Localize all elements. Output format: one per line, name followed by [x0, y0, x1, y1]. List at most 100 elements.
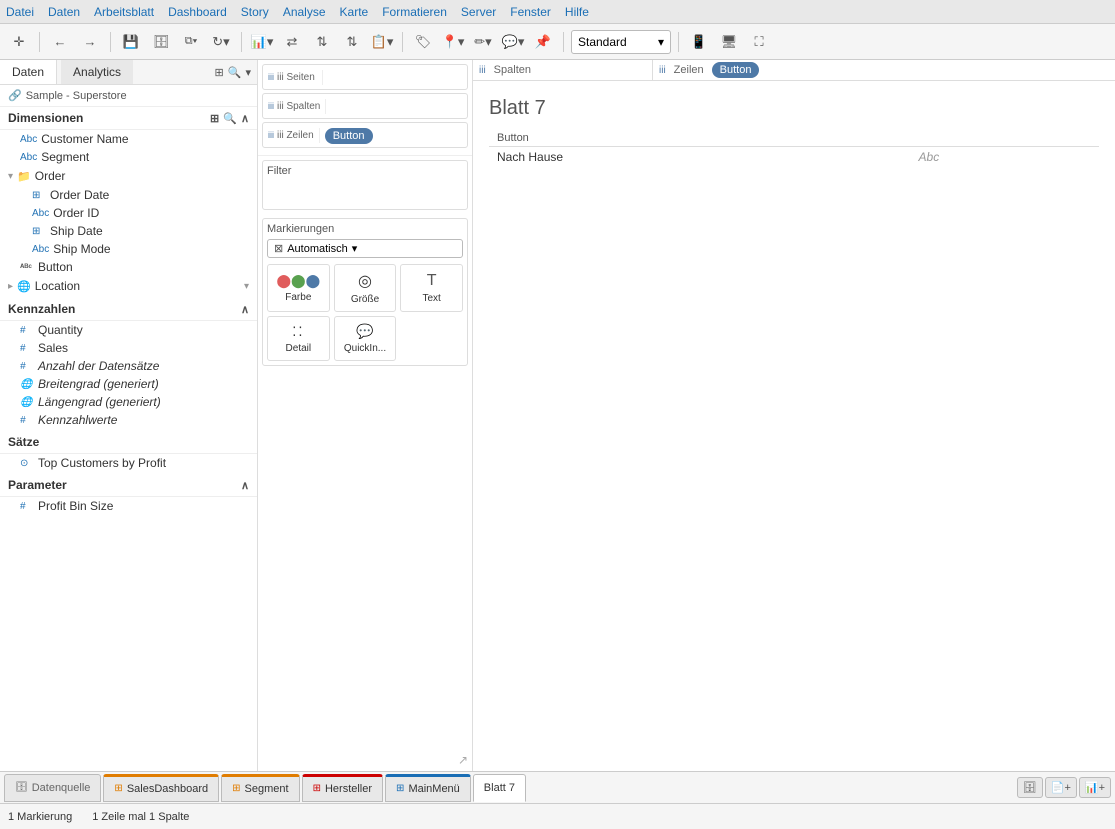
marks-text-button[interactable]: T Text — [400, 264, 463, 312]
field-label: Button — [38, 260, 73, 274]
dimensions-search-icon[interactable]: 🔍 — [223, 112, 237, 125]
hash-icon: # — [20, 501, 34, 512]
sort-asc-icon[interactable]: ⇅ — [309, 29, 335, 55]
datasource-name: Sample - Superstore — [26, 90, 127, 102]
menu-formatieren[interactable]: Formatieren — [382, 5, 447, 19]
tab-blatt7-label: Blatt 7 — [484, 782, 515, 794]
view-rows-pill[interactable]: Button — [712, 62, 760, 78]
datasource-label[interactable]: 🔗 Sample - Superstore — [0, 85, 257, 107]
menu-analyse[interactable]: Analyse — [283, 5, 326, 19]
field-top-customers[interactable]: ⊙ Top Customers by Profit — [0, 454, 257, 472]
new-datasource-icon[interactable]: 🗄 — [148, 29, 174, 55]
fullscreen-icon[interactable]: ⛶ — [746, 29, 772, 55]
menu-story[interactable]: Story — [241, 5, 269, 19]
main-layout: Daten Analytics ⊞ 🔍 ▾ 🔗 Sample - Superst… — [0, 60, 1115, 771]
swap-icon[interactable]: ⇄ — [279, 29, 305, 55]
field-label: Ship Date — [50, 224, 103, 238]
chart-type-icon[interactable]: 📋▾ — [369, 29, 395, 55]
field-group-order[interactable]: ▾ 📁 Order — [0, 166, 257, 186]
dropdown-arrow-icon: ▾ — [658, 35, 664, 49]
field-sales[interactable]: # Sales — [0, 339, 257, 357]
field-measure-values[interactable]: # Kennzahlwerte — [0, 411, 257, 429]
farbe-icon: ⬤⬤⬤ — [276, 273, 320, 289]
groesse-label: Größe — [351, 294, 379, 305]
field-segment[interactable]: Abc Segment — [0, 148, 257, 166]
marks-type-dropdown[interactable]: ⊠ Automatisch ▾ — [267, 239, 463, 258]
view-size-dropdown[interactable]: Standard ▾ — [571, 30, 671, 54]
field-profit-bin-size[interactable]: # Profit Bin Size — [0, 497, 257, 515]
annotation-icon[interactable]: ✏▾ — [470, 29, 496, 55]
grid-view-icon[interactable]: ⊞ — [215, 66, 224, 79]
detail-icon: ⁚⁚ — [292, 324, 304, 340]
field-button[interactable]: ᴬᴮᶜ Button — [0, 258, 257, 276]
menu-daten[interactable]: Daten — [48, 5, 80, 19]
menu-datei[interactable]: Datei — [6, 5, 34, 19]
show-labels-icon[interactable]: 🏷 — [410, 29, 436, 55]
tab-hersteller[interactable]: ⊞ Hersteller — [302, 774, 383, 802]
new-sheet-tab-icon[interactable]: 📄+ — [1045, 777, 1077, 798]
highlight-icon[interactable]: 📍▾ — [440, 29, 466, 55]
dimensions-collapse-icon[interactable]: ∧ — [241, 112, 249, 125]
marks-quickinfo-button[interactable]: 💬 QuickIn... — [334, 316, 397, 361]
dimensions-grid-icon[interactable]: ⊞ — [210, 112, 219, 125]
measures-collapse-icon[interactable]: ∧ — [241, 303, 249, 316]
field-order-id[interactable]: Abc Order ID — [0, 204, 257, 222]
marks-groesse-button[interactable]: ◎ Größe — [334, 264, 397, 312]
menu-dashboard[interactable]: Dashboard — [168, 5, 227, 19]
menu-hilfe[interactable]: Hilfe — [565, 5, 589, 19]
save-icon[interactable]: 💾 — [118, 29, 144, 55]
presentation-icon[interactable]: 🖥 — [716, 29, 742, 55]
menu-server[interactable]: Server — [461, 5, 496, 19]
field-label: Sales — [38, 341, 68, 355]
detail-label: Detail — [286, 343, 312, 354]
duplicate-icon[interactable]: ⧉▾ — [178, 29, 204, 55]
menu-karte[interactable]: Karte — [340, 5, 369, 19]
forward-icon[interactable]: → — [77, 29, 103, 55]
tab-mainmenu[interactable]: ⊞ MainMenü — [385, 774, 471, 802]
field-ship-date[interactable]: ⊞ Ship Date — [0, 222, 257, 240]
menu-fenster[interactable]: Fenster — [510, 5, 551, 19]
field-customer-name[interactable]: Abc Customer Name — [0, 130, 257, 148]
back-icon[interactable]: ← — [47, 29, 73, 55]
marks-detail-button[interactable]: ⁚⁚ Detail — [267, 316, 330, 361]
marks-dropdown-arrow-icon: ▾ — [352, 242, 358, 255]
tooltip-icon[interactable]: 💬▾ — [500, 29, 526, 55]
new-worksheet-icon[interactable]: 📊▾ — [249, 29, 275, 55]
farbe-label: Farbe — [285, 292, 311, 303]
rows-pill[interactable]: Button — [325, 128, 373, 144]
field-order-date[interactable]: ⊞ Order Date — [0, 186, 257, 204]
parameters-expand-icon[interactable]: ∧ — [241, 479, 249, 492]
menu-arbeitsblatt[interactable]: Arbeitsblatt — [94, 5, 154, 19]
new-datasource-tab-icon[interactable]: 🗄 — [1017, 777, 1043, 798]
field-list: Abc Customer Name Abc Segment ▾ 📁 Order … — [0, 130, 257, 771]
new-dashboard-tab-icon[interactable]: 📊+ — [1079, 777, 1111, 798]
pin-icon[interactable]: 📌 — [530, 29, 556, 55]
tab-analytics[interactable]: Analytics — [61, 60, 133, 84]
bottom-tab-icons: 🗄 📄+ 📊+ — [1017, 777, 1111, 798]
field-latitude[interactable]: 🌐 Breitengrad (generiert) — [0, 375, 257, 393]
tab-blatt7[interactable]: Blatt 7 — [473, 774, 526, 802]
sort-desc-icon[interactable]: ⇅ — [339, 29, 365, 55]
tab-segment[interactable]: ⊞ Segment — [221, 774, 299, 802]
tab-daten[interactable]: Daten — [0, 60, 57, 84]
tab-datenquelle[interactable]: 🗄 Datenquelle — [4, 774, 101, 802]
field-quantity[interactable]: # Quantity — [0, 321, 257, 339]
field-record-count[interactable]: # Anzahl der Datensätze — [0, 357, 257, 375]
search-icon[interactable]: 🔍 — [228, 66, 242, 79]
pages-icon: iii — [268, 72, 274, 82]
view-columns-shelf: iii Spalten — [473, 60, 653, 80]
sets-label: Sätze — [8, 435, 39, 449]
grid-icon-2: ⊞ — [313, 783, 321, 794]
field-group-location[interactable]: ▸ 🌐 Location ▾ — [0, 276, 257, 296]
tab-salesdashboard[interactable]: ⊞ SalesDashboard — [103, 774, 219, 802]
refresh-icon[interactable]: ↻▾ — [208, 29, 234, 55]
marks-farbe-button[interactable]: ⬤⬤⬤ Farbe — [267, 264, 330, 312]
cursor-icon: ↗ — [458, 753, 468, 767]
sort-fields-icon[interactable]: ▾ — [245, 66, 251, 79]
field-longitude[interactable]: 🌐 Längengrad (generiert) — [0, 393, 257, 411]
move-tool-icon[interactable]: ✛ — [6, 29, 32, 55]
device-preview-icon[interactable]: 📱 — [686, 29, 712, 55]
columns-label-text: iii Spalten — [277, 101, 320, 112]
sheet-canvas: Blatt 7 Button Nach Hause Abc — [473, 81, 1115, 771]
field-ship-mode[interactable]: Abc Ship Mode — [0, 240, 257, 258]
